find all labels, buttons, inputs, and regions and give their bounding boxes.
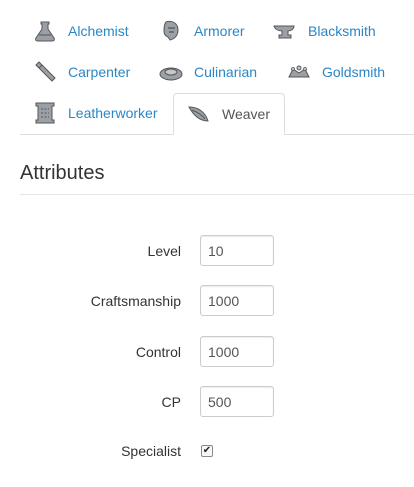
- tab-armorer[interactable]: Armorer: [158, 11, 245, 51]
- goldsmith-icon: [286, 59, 312, 85]
- crafter-attributes-page: Alchemist Armorer Blacksmith Carpenter C: [0, 0, 414, 487]
- level-label: Level: [147, 243, 181, 259]
- section-title: Attributes: [20, 162, 105, 184]
- cp-label: CP: [161, 394, 181, 410]
- craftsmanship-input[interactable]: [200, 285, 274, 316]
- armorer-icon: [158, 18, 184, 44]
- tab-alchemist[interactable]: Alchemist: [32, 11, 129, 51]
- tab-label: Carpenter: [68, 64, 131, 80]
- alchemist-icon: [32, 18, 58, 44]
- job-tabs: Alchemist Armorer Blacksmith Carpenter C: [20, 10, 414, 135]
- leatherworker-icon: [32, 100, 58, 126]
- control-row: Control: [0, 336, 414, 368]
- blacksmith-icon: [272, 18, 298, 44]
- tab-weaver[interactable]: Weaver: [173, 93, 285, 135]
- culinarian-icon: [158, 59, 184, 85]
- tab-carpenter[interactable]: Carpenter: [32, 52, 130, 92]
- tab-leatherworker[interactable]: Leatherworker: [32, 93, 158, 133]
- section-divider: [20, 194, 414, 195]
- craftsmanship-label: Craftsmanship: [90, 293, 181, 309]
- specialist-label: Specialist: [121, 443, 181, 459]
- carpenter-icon: [32, 59, 58, 85]
- control-label: Control: [135, 344, 181, 360]
- level-row: Level: [0, 235, 414, 267]
- tab-blacksmith[interactable]: Blacksmith: [272, 11, 376, 51]
- tab-goldsmith[interactable]: Goldsmith: [286, 52, 385, 92]
- tab-culinarian[interactable]: Culinarian: [158, 52, 257, 92]
- weaver-icon: [186, 101, 212, 127]
- level-input[interactable]: [200, 235, 274, 266]
- tab-label: Goldsmith: [322, 64, 386, 80]
- cp-row: CP: [0, 386, 414, 418]
- check-icon: ✔: [202, 445, 212, 456]
- tab-label: Weaver: [222, 106, 270, 122]
- tab-label: Armorer: [194, 23, 245, 39]
- tab-label: Leatherworker: [68, 105, 158, 121]
- control-input[interactable]: [200, 336, 274, 367]
- tab-label: Alchemist: [68, 23, 129, 39]
- craftsmanship-row: Craftsmanship: [0, 285, 414, 317]
- specialist-row: Specialist ✔: [0, 435, 414, 467]
- specialist-checkbox[interactable]: ✔: [201, 445, 213, 457]
- cp-input[interactable]: [200, 386, 274, 417]
- tab-label: Culinarian: [194, 64, 258, 80]
- tab-label: Blacksmith: [308, 23, 376, 39]
